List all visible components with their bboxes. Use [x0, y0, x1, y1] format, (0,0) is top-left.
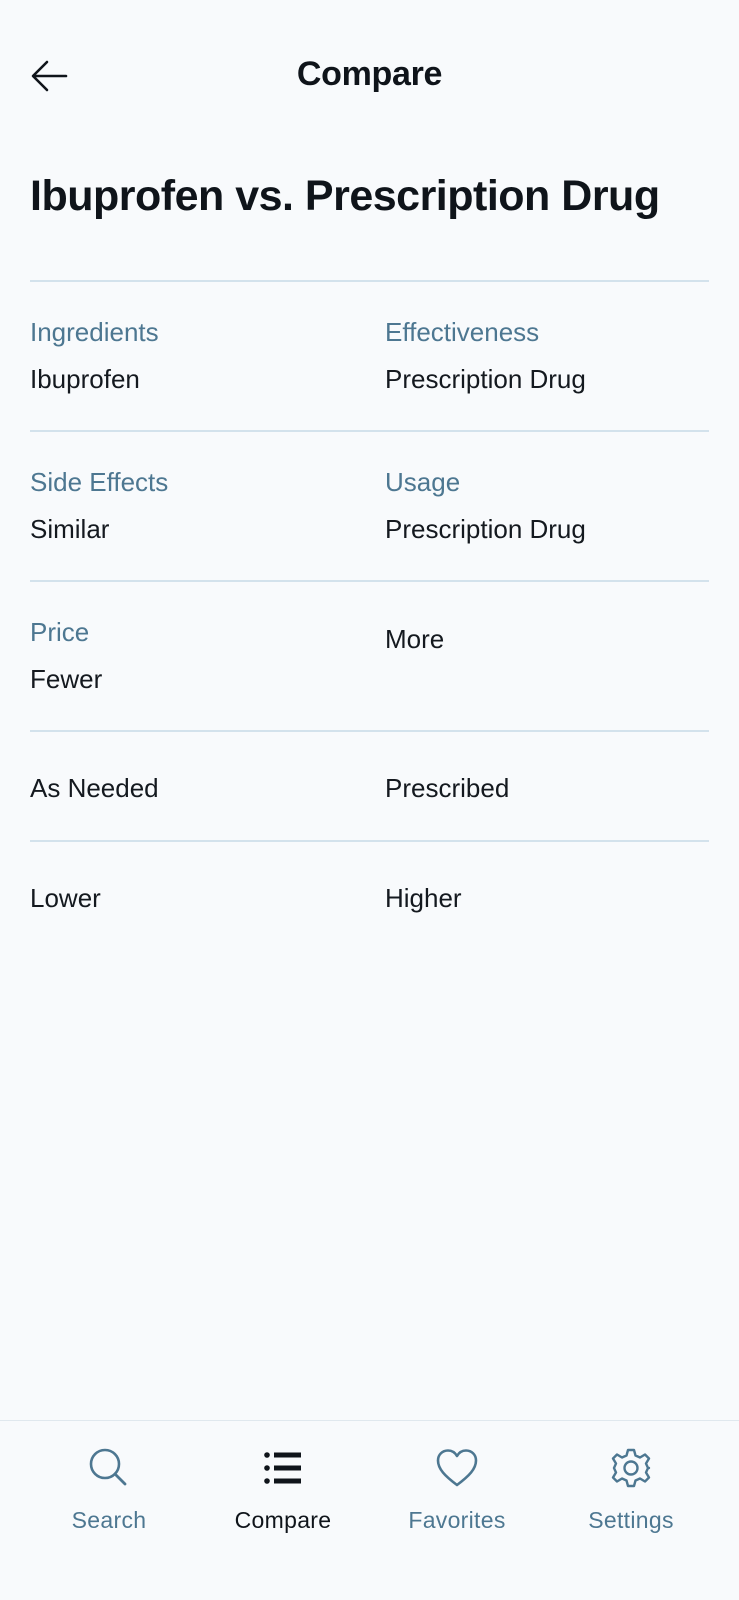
- price-value: Fewer: [30, 664, 103, 694]
- price-compare-value: More: [385, 624, 445, 654]
- nav-settings[interactable]: Settings: [544, 1421, 718, 1541]
- nav-search-label: Search: [71, 1507, 147, 1533]
- comparison-row: Side Effects Similar Usage Prescription …: [30, 430, 709, 580]
- nav-favorites-label: Favorites: [408, 1507, 506, 1533]
- search-icon: [89, 1448, 127, 1486]
- side-effects-label: Side Effects: [30, 467, 169, 497]
- comparison-row: Price Fewer More: [30, 580, 709, 730]
- nav-compare-label: Compare: [234, 1507, 332, 1533]
- effectiveness-label: Effectiveness: [385, 317, 540, 347]
- heart-icon: [436, 1449, 478, 1487]
- comparison-cell-right: More: [385, 623, 715, 655]
- usage-label: Usage: [385, 467, 461, 497]
- comparison-cell-right: Prescribed: [385, 772, 715, 804]
- comparison-cell-left: As Needed: [30, 772, 360, 804]
- gear-icon: [611, 1448, 651, 1488]
- comparison-cell-right: Usage Prescription Drug: [385, 466, 715, 545]
- comparison-cell-right: Effectiveness Prescription Drug: [385, 316, 715, 395]
- comparison-cell-left: Ingredients Ibuprofen: [30, 316, 360, 395]
- header-title: Compare: [296, 55, 443, 93]
- cost-compare-value: Higher: [385, 883, 462, 913]
- comparison-cell-left: Price Fewer: [30, 616, 360, 695]
- frequency-value: As Needed: [30, 773, 159, 803]
- comparison-cell-left: Lower: [30, 882, 360, 914]
- ingredients-label: Ingredients: [30, 317, 159, 347]
- list-icon: [264, 1452, 301, 1484]
- nav-favorites[interactable]: Favorites: [370, 1421, 544, 1541]
- nav-settings-label: Settings: [588, 1507, 674, 1533]
- cost-value: Lower: [30, 883, 101, 913]
- nav-compare[interactable]: Compare: [196, 1421, 370, 1541]
- comparison-cell-right: Higher: [385, 882, 715, 914]
- usage-value: Prescription Drug: [385, 514, 586, 544]
- comparison-table: Ingredients Ibuprofen Effectiveness Pres…: [30, 280, 709, 950]
- nav-search[interactable]: Search: [22, 1421, 196, 1541]
- comparison-row: Ingredients Ibuprofen Effectiveness Pres…: [30, 280, 709, 430]
- side-effects-value: Similar: [30, 514, 110, 544]
- ingredients-value: Ibuprofen: [30, 364, 140, 394]
- page-title: Ibuprofen vs. Prescription Drug: [30, 172, 660, 220]
- header: Compare: [0, 0, 739, 152]
- comparison-row: As Needed Prescribed: [30, 730, 709, 840]
- price-label: Price: [30, 617, 90, 647]
- bottom-navigation: Search Compare Favorites Settings: [0, 1420, 739, 1600]
- effectiveness-value: Prescription Drug: [385, 364, 586, 394]
- frequency-compare-value: Prescribed: [385, 773, 510, 803]
- comparison-row: Lower Higher: [30, 840, 709, 950]
- compare-screen: Compare Ibuprofen vs. Prescription Drug …: [0, 0, 739, 1600]
- comparison-cell-left: Side Effects Similar: [30, 466, 360, 545]
